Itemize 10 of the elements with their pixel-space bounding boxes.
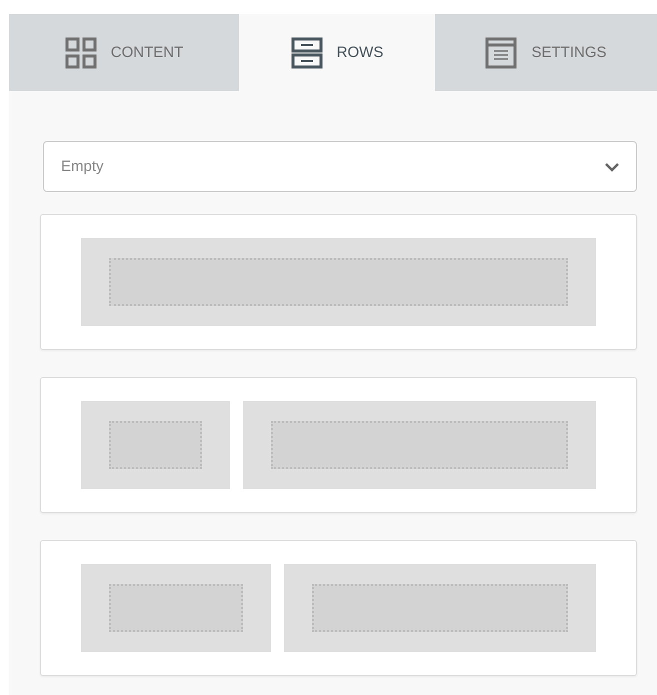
document-icon <box>485 36 518 68</box>
row-layout-card[interactable] <box>40 377 637 513</box>
layout-select[interactable]: Empty <box>43 141 637 192</box>
tab[interactable]: SETTINGS <box>435 14 657 91</box>
grid-icon <box>64 36 97 68</box>
tab[interactable]: CONTENT <box>9 14 239 91</box>
rows-icon <box>290 36 323 68</box>
row-layout-card[interactable] <box>40 540 637 676</box>
chevron-down-icon <box>604 162 620 172</box>
row-layout-card[interactable] <box>40 214 637 350</box>
